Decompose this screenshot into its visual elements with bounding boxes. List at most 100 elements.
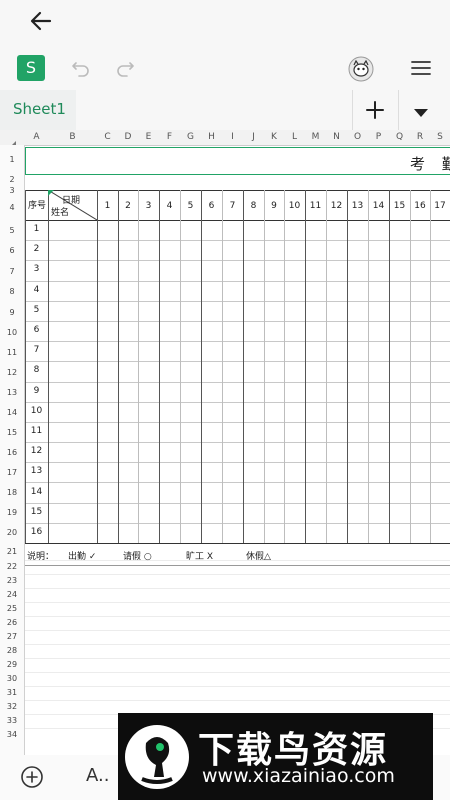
spreadsheet-grid[interactable]: 考 勤序号日期姓名1234567891011121314151617123456… [25, 145, 450, 755]
row-header[interactable]: 19 [0, 503, 24, 523]
grid-line [305, 190, 306, 543]
row-header[interactable]: 7 [0, 261, 24, 282]
grid-line [25, 442, 450, 443]
grid-line [25, 361, 450, 362]
column-header[interactable]: E [138, 130, 159, 145]
row-header[interactable]: 2 [0, 175, 24, 185]
grid-line [25, 574, 450, 575]
day-number: 16 [414, 201, 426, 211]
row-header[interactable]: 29 [0, 658, 24, 672]
legend-item: 请假 ○ [123, 552, 152, 562]
row-header[interactable]: 6 [0, 241, 24, 261]
entry-number: 7 [33, 345, 40, 356]
day-number: 2 [125, 201, 131, 211]
row-header[interactable]: 32 [0, 700, 24, 714]
row-header[interactable]: 14 [0, 403, 24, 423]
row-header[interactable]: 22 [0, 560, 24, 574]
column-header[interactable]: C [97, 130, 118, 145]
column-header[interactable]: K [264, 130, 284, 145]
font-format-button[interactable]: A.. [86, 765, 109, 786]
column-header[interactable]: M [305, 130, 326, 145]
entry-number: 9 [33, 385, 40, 396]
row-header[interactable]: 11 [0, 343, 24, 363]
column-header[interactable]: P [368, 130, 389, 145]
row-header[interactable]: 17 [0, 463, 24, 483]
row-header-column: 1 2 3 4 5 6 7 8 9 10 11 12 13 14 15 16 17 18 19 20 21 22 23 24 2… [0, 145, 25, 755]
grid-line [25, 700, 450, 701]
grid-line [25, 402, 450, 403]
grid-line [25, 260, 450, 261]
row-header[interactable]: 31 [0, 686, 24, 700]
day-number: 7 [229, 201, 236, 211]
column-header[interactable]: A [25, 130, 48, 145]
row-header[interactable]: 3 [0, 185, 24, 196]
row-header[interactable]: 8 [0, 282, 24, 302]
grid-line [25, 543, 450, 544]
row-header[interactable]: 16 [0, 443, 24, 463]
row-header[interactable]: 34 [0, 728, 24, 742]
row-header[interactable]: 4 [0, 196, 24, 220]
row-header[interactable]: 13 [0, 383, 24, 403]
redo-icon[interactable] [114, 57, 136, 79]
entry-number: 8 [33, 365, 40, 376]
row-header[interactable]: 26 [0, 616, 24, 630]
grid-line [243, 190, 244, 543]
column-header[interactable]: L [284, 130, 305, 145]
add-sheet-icon[interactable] [364, 99, 386, 121]
day-number: 8 [250, 201, 257, 211]
day-number: 17 [434, 201, 446, 211]
row-header[interactable]: 23 [0, 574, 24, 588]
row-header[interactable]: 15 [0, 423, 24, 443]
row-header[interactable]: 28 [0, 644, 24, 658]
grid-line [25, 220, 450, 221]
row-header[interactable]: 18 [0, 483, 24, 503]
watermark-banner: 下载鸟资源 www.xiazainiao.com [118, 713, 433, 800]
row-header[interactable]: 27 [0, 630, 24, 644]
column-header[interactable]: H [201, 130, 222, 145]
column-header[interactable]: D [118, 130, 138, 145]
avatar-icon[interactable] [348, 56, 374, 82]
column-header[interactable]: J [243, 130, 264, 145]
legend-label: 说明： [27, 552, 55, 562]
row-header[interactable]: 9 [0, 302, 24, 323]
grid-line [25, 523, 450, 524]
column-header[interactable]: B [48, 130, 97, 145]
toolbar [0, 46, 450, 91]
column-header[interactable]: I [222, 130, 243, 145]
undo-icon[interactable] [70, 57, 92, 79]
row-header[interactable]: 20 [0, 523, 24, 543]
day-number: 11 [309, 201, 322, 211]
sheet-tab-label: Sheet1 [13, 100, 66, 118]
column-header[interactable]: S [430, 130, 450, 145]
sheet-list-dropdown-icon[interactable] [412, 104, 430, 117]
header-name-label: 姓名 [51, 208, 70, 218]
row-header[interactable]: 5 [0, 220, 24, 241]
title-cell[interactable] [25, 147, 450, 175]
row-header[interactable]: 10 [0, 323, 24, 343]
insert-icon[interactable] [20, 765, 44, 789]
row-header[interactable]: 12 [0, 363, 24, 383]
select-all-corner-icon[interactable] [8, 134, 16, 149]
column-header[interactable]: Q [389, 130, 410, 145]
column-header[interactable]: N [326, 130, 347, 145]
column-header[interactable]: G [180, 130, 201, 145]
column-header[interactable]: R [410, 130, 430, 145]
sheet-tab-sheet1[interactable]: Sheet1 [0, 90, 76, 130]
row-header[interactable]: 33 [0, 714, 24, 728]
row-header[interactable]: 1 [0, 145, 24, 175]
row-header[interactable]: 21 [0, 543, 24, 560]
row-header[interactable]: 30 [0, 672, 24, 686]
entry-number: 1 [33, 224, 40, 235]
grid-line [25, 422, 450, 423]
row-header[interactable]: 25 [0, 602, 24, 616]
grid-line [25, 503, 450, 504]
column-header[interactable]: O [347, 130, 368, 145]
back-arrow-icon[interactable] [28, 8, 54, 34]
entry-number: 13 [30, 466, 43, 477]
grid-line [25, 686, 450, 687]
row-header[interactable]: 24 [0, 588, 24, 602]
legend-item: 休假△ [246, 552, 271, 562]
grid-line [430, 190, 431, 543]
menu-icon[interactable] [410, 58, 432, 78]
column-header[interactable]: F [159, 130, 180, 145]
